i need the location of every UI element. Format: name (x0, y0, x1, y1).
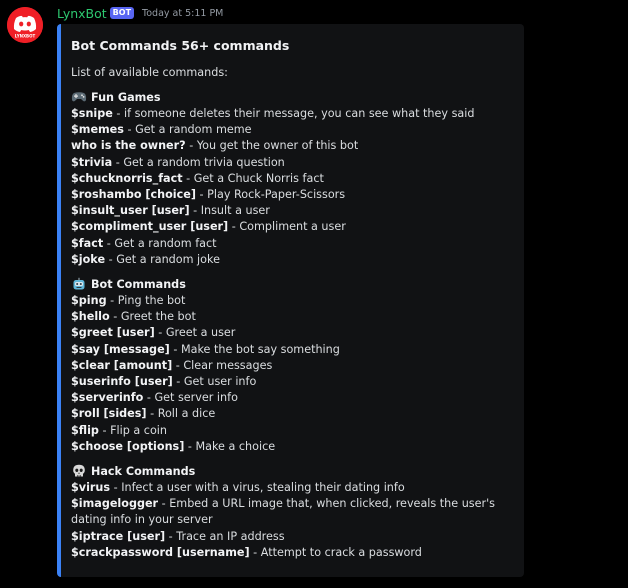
command-item: $roshambo [choice] - Play Rock-Paper-Sci… (71, 188, 346, 202)
command-desc: Make the bot say something (180, 342, 340, 356)
command-name: $hello (71, 310, 110, 324)
command-item: $iptrace [user] - Trace an IP address (71, 529, 285, 543)
bot-tag-badge: BOT (109, 7, 135, 19)
command-name: $fact (71, 236, 104, 250)
command-name: $trivia (71, 155, 113, 169)
command-name: $roll [sides] (71, 407, 147, 421)
command-item: $flip - Flip a coin (71, 423, 167, 437)
command-desc: Make a choice (195, 439, 276, 453)
command-desc: Get a random trivia question (123, 155, 285, 169)
command-item: $ping - Ping the bot (71, 294, 186, 307)
section-title: Fun Games (91, 90, 161, 104)
command-item: $fact - Get a random fact (71, 236, 217, 250)
command-name: $iptrace [user] (71, 529, 166, 543)
discord-logo-icon: LYNXBOT (7, 7, 43, 43)
message-timestamp[interactable]: Today at 5:11 PM (142, 8, 223, 19)
command-item: $clear [amount] - Clear messages (71, 358, 273, 372)
command-desc: Attempt to crack a password (260, 545, 422, 559)
message-header: LynxBot BOT Today at 5:11 PM (57, 5, 223, 21)
embed-title: Bot Commands 56+ commands (71, 38, 290, 53)
command-item: $choose [options] - Make a choice (71, 439, 276, 453)
command-name: $clear [amount] (71, 358, 173, 372)
command-desc: Flip a coin (110, 423, 167, 437)
command-item: $insult_user [user] - Insult a user (71, 204, 270, 218)
command-item: $virus - Infect a user with a virus, ste… (71, 481, 405, 494)
command-item: $greet [user] - Greet a user (71, 326, 236, 340)
command-name: $roshambo [choice] (71, 188, 196, 202)
command-item: $chucknorris_fact - Get a Chuck Norris f… (71, 171, 324, 185)
command-desc: Ping the bot (117, 294, 186, 307)
command-item: $imagelogger - Embed a URL image that, w… (71, 497, 496, 527)
command-desc: Greet a user (165, 326, 236, 340)
command-name: $say [message] (71, 342, 170, 356)
command-name: $compliment_user [user] (71, 220, 229, 234)
command-name: $imagelogger (71, 497, 159, 511)
command-name: $ping (71, 294, 107, 307)
section-fun-games: Fun Games $snipe - if someone deletes th… (71, 88, 514, 268)
command-desc: You get the owner of this bot (196, 139, 359, 153)
command-desc: Get user info (183, 375, 257, 389)
command-desc: Compliment a user (239, 220, 346, 234)
command-desc: Trace an IP address (176, 529, 285, 543)
command-item: $trivia - Get a random trivia question (71, 155, 285, 169)
command-name: $memes (71, 123, 124, 137)
robot-face-icon (71, 277, 87, 291)
command-item: who is the owner? - You get the owner of… (71, 139, 359, 153)
embed-description: List of available commands: (71, 66, 228, 79)
command-item: $hello - Greet the bot (71, 310, 196, 324)
avatar-text: LYNXBOT (15, 34, 36, 39)
command-desc: Infect a user with a virus, stealing the… (121, 481, 405, 494)
command-desc: Clear messages (183, 358, 273, 372)
command-name: $virus (71, 481, 111, 494)
command-name: $joke (71, 252, 106, 266)
command-name: $snipe (71, 107, 113, 120)
command-desc: if someone deletes their message, you ca… (124, 107, 475, 120)
embed-card: Bot Commands 56+ commands List of availa… (57, 24, 524, 577)
command-desc: Get a Chuck Norris fact (193, 171, 324, 185)
command-name: $insult_user [user] (71, 204, 190, 218)
bot-username[interactable]: LynxBot (57, 6, 107, 21)
command-item: $snipe - if someone deletes their messag… (71, 107, 475, 120)
command-item: $userinfo [user] - Get user info (71, 375, 257, 389)
command-name: $choose [options] (71, 439, 185, 453)
command-name: $serverinfo (71, 391, 144, 405)
section-title: Bot Commands (91, 277, 186, 291)
game-controller-icon (71, 90, 87, 104)
command-item: $memes - Get a random meme (71, 123, 252, 137)
command-item: $joke - Get a random joke (71, 252, 220, 266)
command-name: $crackpassword [username] (71, 545, 250, 559)
command-desc: Insult a user (200, 204, 270, 218)
command-name: $greet [user] (71, 326, 155, 340)
command-desc: Roll a dice (157, 407, 216, 421)
command-item: $crackpassword [username] - Attempt to c… (71, 545, 422, 559)
command-desc: Get a random meme (135, 123, 252, 137)
embed-accent-bar (57, 24, 61, 577)
command-name: $chucknorris_fact (71, 171, 183, 185)
command-desc: Get a random fact (114, 236, 217, 250)
command-desc: Greet the bot (120, 310, 196, 324)
command-desc: Get server info (154, 391, 238, 405)
section-bot-commands: Bot Commands $ping - Ping the bot $hello… (71, 275, 514, 455)
skull-icon (71, 464, 87, 478)
command-item: $roll [sides] - Roll a dice (71, 407, 216, 421)
command-name: $userinfo [user] (71, 375, 173, 389)
section-hack-commands: Hack Commands $virus - Infect a user wit… (71, 462, 514, 561)
section-title: Hack Commands (91, 464, 196, 478)
command-name: $flip (71, 423, 99, 437)
command-desc: Play Rock-Paper-Scissors (207, 188, 346, 202)
bot-avatar[interactable]: LYNXBOT (7, 7, 43, 43)
command-name: who is the owner? (71, 139, 186, 153)
command-item: $say [message] - Make the bot say someth… (71, 342, 340, 356)
command-item: $compliment_user [user] - Compliment a u… (71, 220, 346, 234)
command-desc: Get a random joke (116, 252, 220, 266)
command-item: $serverinfo - Get server info (71, 391, 238, 405)
